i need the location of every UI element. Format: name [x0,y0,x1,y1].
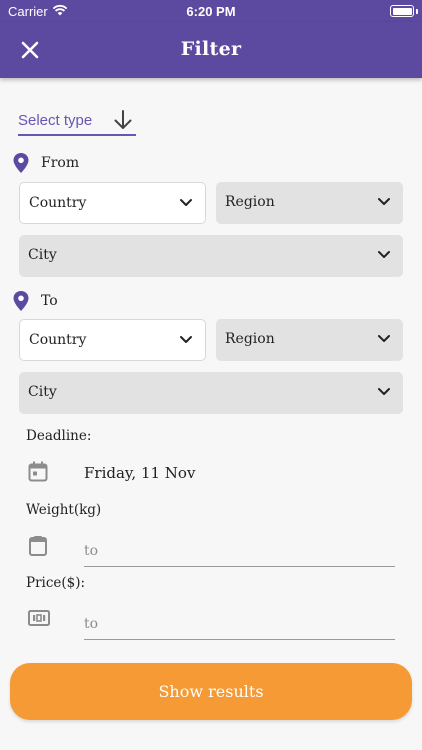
chevron-down-icon [180,336,192,343]
from-label: From [41,155,80,171]
to-city-value: City [28,384,57,400]
select-type-label: Select type [18,112,93,129]
from-city-dropdown[interactable]: City [19,235,403,277]
battery-icon [390,5,414,17]
status-time: 6:20 PM [186,4,236,19]
chevron-down-icon [180,199,192,206]
to-region-dropdown[interactable]: Region [216,319,403,361]
chevron-down-icon [378,335,390,342]
to-city-dropdown[interactable]: City [19,372,403,414]
page-title: Filter [180,38,242,60]
location-pin-icon [13,291,29,311]
money-icon [28,610,50,626]
location-pin-icon [13,153,29,173]
to-label: To [41,293,58,309]
show-results-button[interactable]: Show results [10,663,412,720]
to-country-dropdown[interactable]: Country [19,319,206,361]
to-region-value: Region [225,331,275,347]
to-country-value: Country [29,332,87,348]
weight-to-input[interactable] [84,531,395,567]
from-country-value: Country [29,195,87,211]
deadline-label: Deadline: [26,428,92,444]
from-region-value: Region [225,194,275,210]
weight-icon [29,536,47,556]
chevron-down-icon [378,198,390,205]
battery-tip [416,9,418,14]
price-label: Price($): [26,575,86,591]
chevron-down-icon [378,388,390,395]
from-city-value: City [28,247,57,263]
arrow-down-icon [114,110,132,129]
status-bar: Carrier 6:20 PM [0,0,422,22]
price-to-input[interactable] [84,604,395,640]
deadline-date-value[interactable]: Friday, 11 Nov [84,464,195,482]
from-region-dropdown[interactable]: Region [216,182,403,224]
calendar-icon[interactable] [28,461,48,483]
nav-bar: Filter [0,22,422,78]
chevron-down-icon [378,251,390,258]
weight-label: Weight(kg) [26,502,102,518]
from-country-dropdown[interactable]: Country [19,182,206,224]
select-type-dropdown[interactable]: Select type [18,106,136,136]
